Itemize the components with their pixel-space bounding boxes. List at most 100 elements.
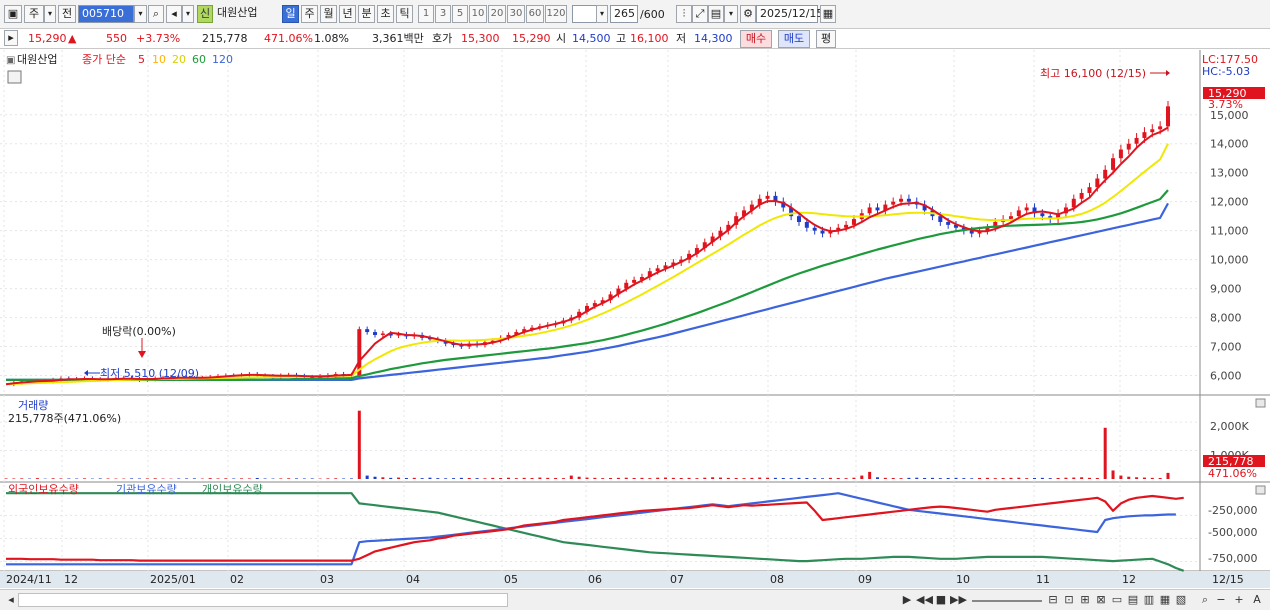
volume-bar — [750, 477, 754, 479]
volume-bar — [177, 478, 181, 479]
volume-bar — [459, 477, 463, 479]
bar-count-input[interactable]: 265 — [610, 5, 638, 23]
volume-bar — [993, 478, 997, 479]
zoom-in-icon[interactable]: + — [1232, 593, 1246, 607]
period-tab-3[interactable]: 년 — [339, 5, 356, 23]
prev-button[interactable]: 전 — [58, 5, 76, 23]
gear-icon[interactable]: ⚙ — [740, 5, 756, 23]
volume-bar — [185, 478, 189, 479]
calculator-icon[interactable] — [7, 70, 22, 84]
volume-bar — [499, 478, 503, 479]
buy-button[interactable]: 매수 — [740, 30, 772, 48]
volume-bar — [876, 477, 879, 479]
eval-button[interactable]: 평 — [816, 30, 836, 48]
sell-button[interactable]: 매도 — [778, 30, 810, 48]
market-dropdown-icon[interactable]: ▾ — [44, 5, 56, 23]
volume-bar — [381, 477, 385, 479]
interval-dropdown-icon[interactable]: ▾ — [596, 5, 608, 23]
minute-tab-1[interactable]: 1 — [418, 5, 434, 23]
candle-body — [1142, 132, 1147, 138]
time-tick-label: 09 — [858, 573, 872, 586]
speaker-icon[interactable]: ◂ — [166, 5, 182, 23]
calendar-icon[interactable]: ▦ — [820, 5, 836, 23]
volume-bar — [546, 477, 550, 479]
zoom-reset-icon[interactable]: ⊟ — [1046, 593, 1060, 607]
volume-bar — [868, 471, 872, 479]
stock-chart[interactable]: 15,00014,00013,00012,00011,00010,0009,00… — [0, 50, 1270, 588]
minute-tab-60[interactable]: 60 — [526, 5, 544, 23]
candle-body — [1008, 216, 1013, 220]
volume-bar — [302, 478, 306, 479]
scroll-track[interactable] — [18, 593, 508, 607]
period-tab-1[interactable]: 주 — [301, 5, 318, 23]
candle-body — [1040, 213, 1045, 217]
play-icon[interactable]: ▶ — [900, 593, 914, 607]
market-select[interactable]: 주 — [24, 5, 44, 23]
volume-bar — [373, 476, 377, 479]
period-tab-4[interactable]: 분 — [358, 5, 375, 23]
period-tab-2[interactable]: 월 — [320, 5, 337, 23]
settings-icon[interactable]: ▧ — [1174, 593, 1188, 607]
minute-tab-120[interactable]: 120 — [545, 5, 567, 23]
zoom-fit-icon[interactable]: ⊡ — [1062, 593, 1076, 607]
period-tab-5[interactable]: 초 — [377, 5, 394, 23]
legend-ma20: 20 — [172, 53, 186, 66]
save-icon[interactable]: ▤ — [708, 5, 724, 23]
volume-bar — [687, 477, 691, 479]
tile-icon[interactable]: ▤ — [1126, 593, 1140, 607]
volume-bar — [1048, 478, 1052, 479]
last-pct-label: 3.73% — [1208, 98, 1243, 111]
search-icon[interactable]: ⌕ — [148, 5, 164, 23]
candle-body — [899, 198, 904, 202]
zoom-out-icon[interactable]: − — [1214, 593, 1228, 607]
volume-bar — [781, 478, 785, 479]
volume-bar — [679, 478, 683, 479]
chart-type-icon[interactable]: ⫶ — [676, 5, 692, 23]
hc-label: HC:-5.03 — [1202, 65, 1250, 78]
minute-tab-30[interactable]: 30 — [507, 5, 525, 23]
volume-bar — [938, 478, 942, 479]
minute-tab-20[interactable]: 20 — [488, 5, 506, 23]
legend-foreign: 외국인보유수량 — [8, 483, 79, 496]
time-axis-right: 12/15 — [1212, 573, 1244, 586]
volume-bar — [483, 478, 487, 479]
candle-body — [1158, 126, 1163, 130]
minute-tab-10[interactable]: 10 — [469, 5, 487, 23]
volume-bar — [137, 478, 141, 479]
draw-tool-icon[interactable]: ⤢ — [692, 5, 708, 23]
speed-slider[interactable] — [972, 600, 1042, 602]
rewind-icon[interactable]: ◀◀ — [916, 593, 933, 607]
candle-body — [1166, 106, 1170, 127]
magnifier-icon[interactable]: ⌕ — [1198, 593, 1212, 607]
time-tick-label: 2024/11 — [6, 573, 52, 586]
volume-bar — [59, 478, 63, 479]
period-tab-0[interactable]: 일 — [282, 5, 299, 23]
quote-toggle-icon[interactable]: ▸ — [4, 30, 18, 46]
volume-ratio: 471.06% — [264, 32, 313, 45]
export-icon[interactable]: ▦ — [1158, 593, 1172, 607]
font-size-icon[interactable]: A — [1250, 593, 1264, 607]
volume-bar — [726, 477, 730, 479]
scroll-left-icon[interactable]: ◂ — [4, 593, 18, 607]
fast-forward-icon[interactable]: ▶▶ — [950, 593, 967, 607]
holder-axis-750k: -750,000 — [1208, 552, 1257, 565]
speaker-dropdown-icon[interactable]: ▾ — [182, 5, 194, 23]
layout-icon[interactable]: ⊞ — [1078, 593, 1092, 607]
window-menu-icon[interactable]: ▣ — [4, 5, 22, 23]
minute-tab-5[interactable]: 5 — [452, 5, 468, 23]
window-icon[interactable]: ▭ — [1110, 593, 1124, 607]
print-icon[interactable]: ▥ — [1142, 593, 1156, 607]
date-input[interactable]: 2025/12/15 — [756, 5, 823, 23]
stop-icon[interactable]: ■ — [934, 593, 948, 607]
volume-bar — [883, 477, 887, 479]
volume-bar — [4, 478, 8, 479]
volume-bar — [530, 478, 534, 479]
save-dropdown-icon[interactable]: ▾ — [724, 5, 738, 23]
period-tab-6[interactable]: 틱 — [396, 5, 413, 23]
stock-code-input[interactable]: 005710 — [78, 5, 134, 23]
time-tick-label: 05 — [504, 573, 518, 586]
code-dropdown-icon[interactable]: ▾ — [134, 5, 147, 23]
minute-tab-3[interactable]: 3 — [435, 5, 451, 23]
candle-body — [891, 201, 896, 205]
split-icon[interactable]: ⊠ — [1094, 593, 1108, 607]
